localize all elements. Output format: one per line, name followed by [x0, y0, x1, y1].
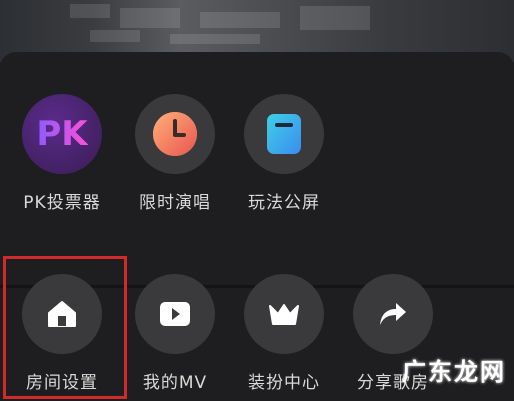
timed-sing-button[interactable]: 限时演唱: [121, 94, 229, 213]
pk-vote-button[interactable]: PK PK投票器: [8, 94, 116, 213]
highlight-box: [3, 256, 127, 399]
share-icon: [380, 303, 406, 325]
screen-icon: [267, 114, 301, 154]
pk-icon: PK: [36, 114, 88, 154]
screen-icon-circle: [244, 94, 324, 174]
watermark: 广东龙网: [402, 358, 506, 386]
pk-vote-label: PK投票器: [23, 193, 101, 213]
clock-icon: [153, 112, 197, 156]
game-screen-label: 玩法公屏: [248, 193, 320, 213]
share-icon-circle: [353, 274, 433, 354]
play-icon: [160, 302, 190, 326]
pk-icon-circle: PK: [22, 94, 102, 174]
crown-icon-circle: [244, 274, 324, 354]
play-icon-circle: [135, 274, 215, 354]
crown-icon: [269, 304, 299, 325]
timed-sing-label: 限时演唱: [139, 193, 211, 213]
my-mv-label: 我的MV: [142, 373, 208, 393]
game-screen-button[interactable]: 玩法公屏: [230, 94, 338, 213]
my-mv-button[interactable]: 我的MV: [121, 274, 229, 393]
clock-icon-circle: [135, 94, 215, 174]
dress-center-button[interactable]: 装扮中心: [230, 274, 338, 393]
dress-center-label: 装扮中心: [248, 373, 320, 393]
